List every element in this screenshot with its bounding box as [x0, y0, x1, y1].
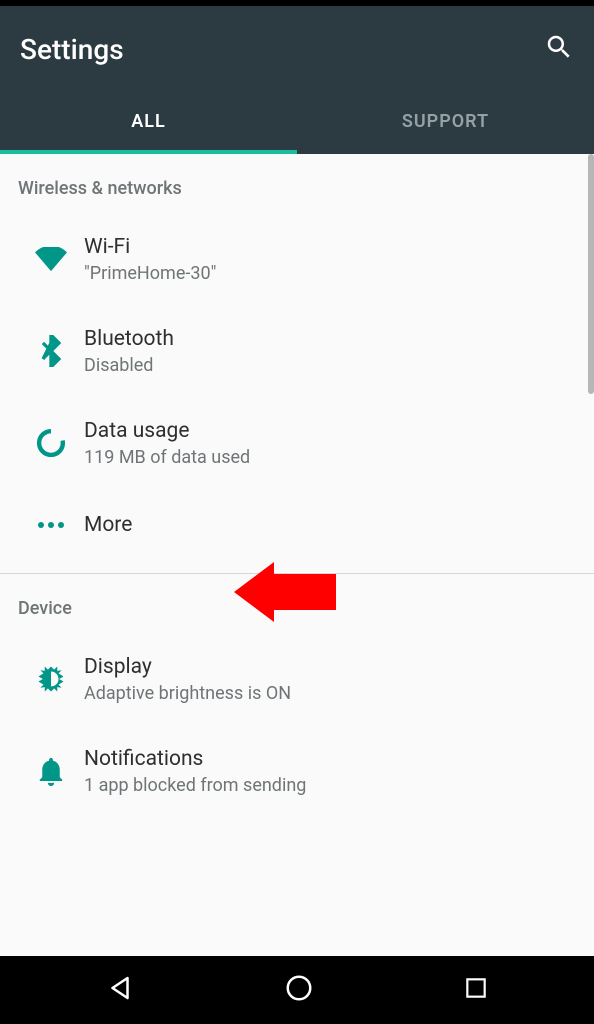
item-display-sub: Adaptive brightness is ON	[84, 683, 576, 704]
item-data-sub: 119 MB of data used	[84, 447, 576, 468]
bluetooth-icon	[18, 335, 84, 367]
item-bluetooth-sub: Disabled	[84, 355, 576, 376]
item-notifications[interactable]: Notifications 1 app blocked from sending	[0, 725, 594, 817]
notifications-icon	[18, 756, 84, 786]
item-bluetooth-text: Bluetooth Disabled	[84, 327, 576, 376]
nav-back-icon[interactable]	[105, 973, 135, 1007]
screen: Settings ALL SUPPORT Wireless & networks…	[0, 0, 594, 1024]
item-more-text: More	[84, 513, 576, 537]
item-more[interactable]: More	[0, 489, 594, 561]
item-bluetooth-title: Bluetooth	[84, 327, 576, 351]
nav-home-icon[interactable]	[284, 973, 314, 1007]
item-display[interactable]: Display Adaptive brightness is ON	[0, 633, 594, 725]
section-device-header: Device	[0, 574, 594, 633]
item-data-usage[interactable]: Data usage 119 MB of data used	[0, 397, 594, 489]
display-icon	[18, 664, 84, 694]
scrollbar-thumb[interactable]	[588, 154, 594, 394]
app-bar-top: Settings	[0, 6, 594, 92]
item-bluetooth[interactable]: Bluetooth Disabled	[0, 305, 594, 397]
navigation-bar	[0, 956, 594, 1024]
data-usage-icon	[18, 428, 84, 458]
tab-support[interactable]: SUPPORT	[297, 92, 594, 154]
item-data-title: Data usage	[84, 419, 576, 443]
content-scroll[interactable]: Wireless & networks Wi-Fi "PrimeHome-30"…	[0, 154, 594, 956]
item-notifications-sub: 1 app blocked from sending	[84, 775, 576, 796]
page-title: Settings	[20, 33, 544, 66]
item-more-title: More	[84, 513, 576, 537]
item-display-title: Display	[84, 655, 576, 679]
wifi-icon	[18, 247, 84, 271]
search-icon[interactable]	[544, 32, 574, 66]
item-wifi-sub: "PrimeHome-30"	[84, 263, 576, 284]
app-bar: Settings ALL SUPPORT	[0, 6, 594, 154]
item-wifi-text: Wi-Fi "PrimeHome-30"	[84, 235, 576, 284]
item-notifications-text: Notifications 1 app blocked from sending	[84, 747, 576, 796]
nav-recent-icon[interactable]	[463, 975, 489, 1005]
item-data-text: Data usage 119 MB of data used	[84, 419, 576, 468]
tab-bar: ALL SUPPORT	[0, 92, 594, 154]
tab-all[interactable]: ALL	[0, 92, 297, 154]
item-notifications-title: Notifications	[84, 747, 576, 771]
more-icon	[18, 521, 84, 529]
section-wireless-header: Wireless & networks	[0, 154, 594, 213]
item-wifi[interactable]: Wi-Fi "PrimeHome-30"	[0, 213, 594, 305]
item-display-text: Display Adaptive brightness is ON	[84, 655, 576, 704]
item-wifi-title: Wi-Fi	[84, 235, 576, 259]
